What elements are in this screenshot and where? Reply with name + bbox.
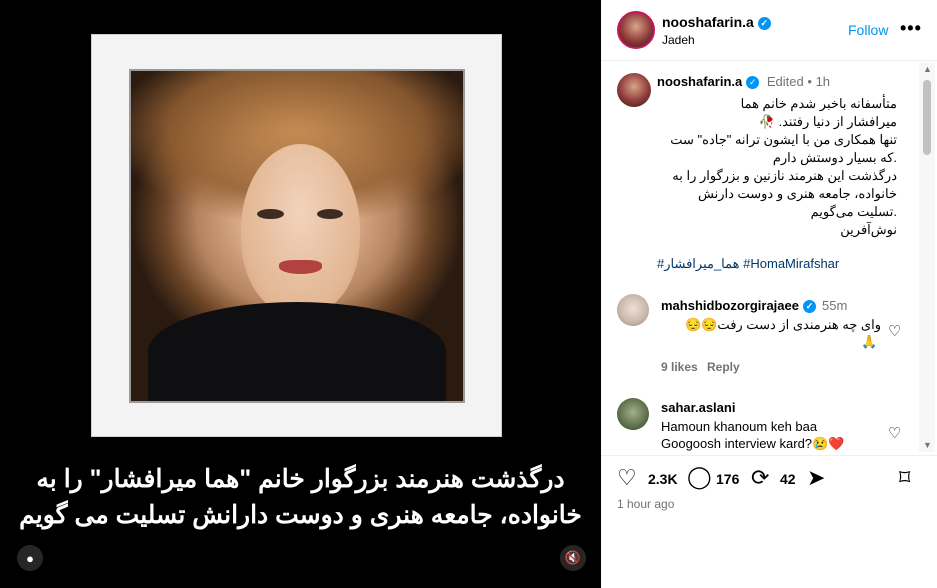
edited-label: Edited [766, 74, 804, 89]
post-media[interactable]: درگذشت هنرمند بزرگوار خانم "هما میرافشار… [0, 0, 601, 588]
caption-line: خانواده، جامعه هنری و دوست دارنش [698, 186, 897, 201]
repost-count[interactable]: 42 [780, 471, 796, 487]
audio-subtitle[interactable]: Jadeh [662, 33, 695, 47]
comment-icon[interactable]: ◯ [687, 464, 712, 490]
comment-like-heart-icon[interactable]: ♡ [888, 324, 902, 339]
mute-button[interactable]: 🔇 [560, 545, 586, 571]
scroll-down-icon[interactable]: ▼ [923, 440, 932, 450]
caption-line: .تسلیت می‌گویم [810, 204, 897, 219]
portrait-photo [131, 71, 463, 401]
comment-text-line1: Hamoun khanoum keh baa [661, 419, 818, 434]
more-options-icon[interactable]: ••• [900, 18, 922, 39]
caption-meta: nooshafarin.a ✓ Edited • 1h [657, 74, 831, 90]
post-details-panel: nooshafarin.a ✓ Jadeh Follow ••• ▲ ▼ noos… [601, 0, 937, 588]
caption-text: متأسفانه باخبر شدم خانم هما میرافشار از … [657, 95, 897, 239]
verified-badge-icon: ✓ [746, 76, 760, 90]
caption-author-avatar[interactable] [617, 73, 651, 107]
scrollbar-thumb[interactable] [923, 80, 931, 155]
comment-text-line2: Googoosh interview kard?😢❤️ [661, 436, 845, 451]
commenter-avatar[interactable] [617, 294, 649, 326]
portrait-shoulders [147, 302, 447, 401]
comment-count[interactable]: 176 [716, 471, 739, 487]
author-username-text[interactable]: nooshafarin.a [662, 14, 754, 30]
photo-frame [91, 34, 502, 437]
share-send-icon[interactable]: ➤ [807, 465, 825, 491]
media-caption-line1: درگذشت هنرمند بزرگوار خانم "هما میرافشار… [36, 465, 565, 493]
caption-time: 1h [815, 74, 831, 89]
tagged-user-button[interactable]: ● [17, 545, 43, 571]
caption-line: متأسفانه باخبر شدم خانم هما [740, 96, 897, 111]
author-avatar[interactable] [617, 11, 655, 49]
user-icon: ● [26, 550, 34, 566]
like-heart-icon[interactable]: ♡ [617, 465, 637, 491]
commenter-avatar[interactable] [617, 398, 649, 430]
author-username[interactable]: nooshafarin.a ✓ [662, 14, 771, 30]
verified-badge-icon: ✓ [802, 300, 816, 314]
portrait-face [240, 143, 361, 316]
comment-text: وای چه هنرمندی از دست رفت😔😔 [685, 317, 881, 332]
caption-username[interactable]: nooshafarin.a [657, 74, 742, 89]
comment-emoji: 🙏 [861, 334, 878, 349]
portrait-mat [129, 69, 465, 403]
muted-speaker-icon: 🔇 [564, 550, 582, 565]
portrait-right-eye [317, 208, 344, 220]
portrait-lips [278, 260, 322, 274]
caption-line: نوش‌آفرین [840, 222, 897, 237]
comment-username[interactable]: mahshidbozorgirajaee [661, 298, 799, 313]
reply-button[interactable]: Reply [707, 359, 740, 376]
verified-badge-icon: ✓ [757, 16, 771, 30]
caption-line: درگذشت این هنرمند نازنین و بزرگوار را به [672, 168, 897, 183]
comment-time: 55m [821, 298, 848, 313]
repost-icon[interactable]: ⟳ [751, 465, 769, 491]
comments-scrollbar[interactable]: ▲ ▼ [919, 62, 935, 452]
caption-hashtags[interactable]: #هما_میرافشار #HomaMirafshar [657, 256, 839, 272]
save-bookmark-icon[interactable]: ⌑ [899, 465, 910, 491]
comment-header: mahshidbozorgirajaee ✓ 55m [661, 297, 847, 314]
comment-username[interactable]: sahar.aslani [661, 399, 735, 416]
caption-line: .که بسیار دوستش دارم [772, 150, 897, 165]
comment-likes[interactable]: 9 likes [661, 359, 698, 376]
scroll-up-icon[interactable]: ▲ [923, 64, 932, 74]
follow-button[interactable]: Follow [848, 22, 888, 38]
posted-time-ago: 1 hour ago [617, 497, 675, 511]
post-header: nooshafarin.a ✓ Jadeh Follow ••• [601, 0, 937, 61]
separator-dot: • [807, 74, 812, 89]
caption-line: میرافشار از دنیا رفتند. 🥀 [758, 114, 897, 129]
like-count[interactable]: 2.3K [648, 471, 678, 487]
media-caption-line2: خانواده، جامعه هنری و دوست دارانش تسلیت … [19, 501, 582, 529]
portrait-left-eye [257, 208, 284, 220]
caption-line: تنها همکاری من با ایشون ترانه "جاده" ست [670, 132, 897, 147]
comment-like-heart-icon[interactable]: ♡ [888, 426, 902, 441]
